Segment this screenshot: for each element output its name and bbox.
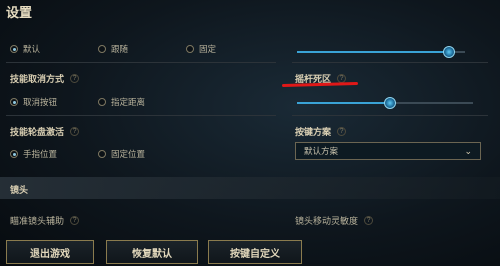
red-annotation-underline bbox=[281, 82, 359, 87]
deadzone-slider-fill bbox=[297, 102, 390, 104]
radio-label: 固定 bbox=[199, 44, 217, 54]
camera-section-label: 镜头 bbox=[10, 183, 28, 196]
help-icon[interactable]: ? bbox=[70, 216, 80, 225]
radio-specified-distance[interactable]: 指定距离 bbox=[98, 96, 145, 108]
camera-sensitivity-label-text: 镜头移动灵敏度 bbox=[295, 216, 359, 226]
radio-indicator bbox=[10, 45, 18, 53]
radio-label: 默认 bbox=[23, 44, 41, 54]
help-icon[interactable]: ? bbox=[364, 216, 374, 225]
key-scheme-selected: 默认方案 bbox=[304, 146, 339, 156]
radio-indicator bbox=[98, 45, 106, 53]
key-scheme-label: 按键方案 ? bbox=[295, 125, 347, 138]
skill-wheel-label-text: 技能轮盘激活 bbox=[10, 127, 65, 137]
divider bbox=[6, 62, 276, 63]
deadzone-slider-knob[interactable] bbox=[384, 97, 396, 109]
camera-sensitivity-label: 镜头移动灵敏度 ? bbox=[295, 214, 374, 227]
top-slider[interactable] bbox=[297, 46, 465, 58]
radio-label: 取消按钮 bbox=[23, 97, 58, 107]
camera-section-band bbox=[0, 177, 500, 199]
radio-indicator bbox=[10, 150, 18, 158]
radio-follow[interactable]: 跟随 bbox=[98, 43, 128, 55]
radio-fixed-position[interactable]: 固定位置 bbox=[98, 148, 145, 160]
camera-section-label-text: 镜头 bbox=[10, 185, 29, 195]
divider bbox=[292, 62, 488, 63]
radio-label: 指定距离 bbox=[111, 97, 146, 107]
help-icon[interactable]: ? bbox=[70, 127, 80, 136]
customize-keys-button[interactable]: 按键自定义 bbox=[208, 240, 302, 264]
divider bbox=[6, 115, 276, 116]
help-icon[interactable]: ? bbox=[70, 74, 80, 83]
top-slider-knob[interactable] bbox=[443, 46, 455, 58]
exit-game-button[interactable]: 退出游戏 bbox=[6, 240, 94, 264]
divider bbox=[292, 115, 488, 116]
restore-default-button[interactable]: 恢复默认 bbox=[106, 240, 198, 264]
radio-cancel-button[interactable]: 取消按钮 bbox=[10, 96, 57, 108]
aim-assist-label: 瞄准镜头辅助 ? bbox=[10, 214, 80, 227]
page-title: 设置 bbox=[6, 5, 33, 20]
aim-assist-label-text: 瞄准镜头辅助 bbox=[10, 216, 65, 226]
radio-indicator bbox=[186, 45, 194, 53]
deadzone-slider[interactable] bbox=[297, 97, 473, 109]
skill-cancel-label: 技能取消方式 ? bbox=[10, 72, 80, 85]
radio-fixed[interactable]: 固定 bbox=[186, 43, 216, 55]
skill-wheel-label: 技能轮盘激活 ? bbox=[10, 125, 80, 138]
radio-indicator bbox=[98, 98, 106, 106]
radio-indicator bbox=[98, 150, 106, 158]
top-slider-fill bbox=[297, 51, 449, 53]
radio-finger-position[interactable]: 手指位置 bbox=[10, 148, 57, 160]
radio-label: 固定位置 bbox=[111, 149, 146, 159]
radio-label: 手指位置 bbox=[23, 149, 58, 159]
radio-indicator bbox=[10, 98, 18, 106]
chevron-down-icon: ⌄ bbox=[464, 145, 472, 156]
help-icon[interactable]: ? bbox=[337, 127, 347, 136]
radio-default[interactable]: 默认 bbox=[10, 43, 40, 55]
radio-label: 跟随 bbox=[111, 44, 129, 54]
key-scheme-label-text: 按键方案 bbox=[295, 127, 332, 137]
skill-cancel-label-text: 技能取消方式 bbox=[10, 74, 65, 84]
key-scheme-dropdown[interactable]: 默认方案 ⌄ bbox=[295, 142, 481, 160]
